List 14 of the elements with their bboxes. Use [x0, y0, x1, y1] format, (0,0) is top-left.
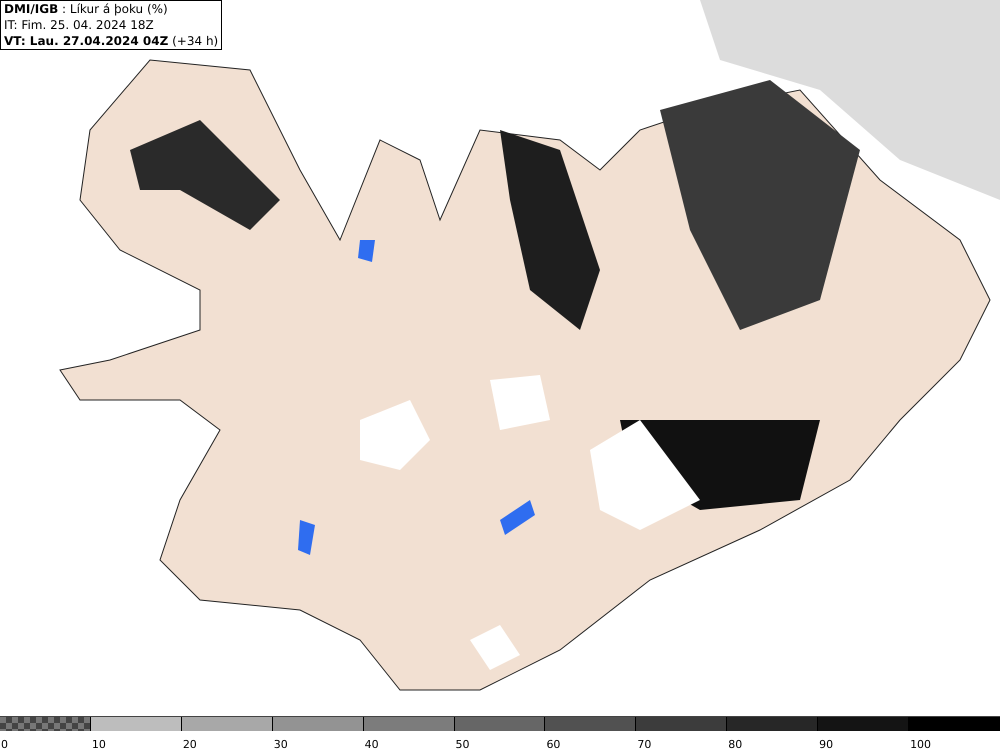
legend-label: 80: [727, 737, 742, 750]
legend-label: 10: [90, 737, 106, 750]
legend-label: 50: [454, 737, 470, 750]
legend-label: 20: [182, 737, 197, 750]
legend-label: 90: [818, 737, 834, 750]
forecast-info-text: VT: Lau. 27.04.2024 04Z (+34 h): [4, 33, 218, 49]
forecast-info-text: IT: Fim. 25. 04. 2024 18Z: [4, 17, 155, 33]
legend-label: 30: [272, 737, 288, 750]
legend-label: 40: [364, 737, 379, 750]
legend-label: 100: [909, 737, 932, 750]
legend-label: 70: [636, 737, 652, 750]
forecast-info-text: DMI/IGB : Líkur á þoku (%): [4, 1, 169, 17]
legend-label: 0: [0, 737, 8, 750]
legend-label: 60: [545, 737, 560, 750]
